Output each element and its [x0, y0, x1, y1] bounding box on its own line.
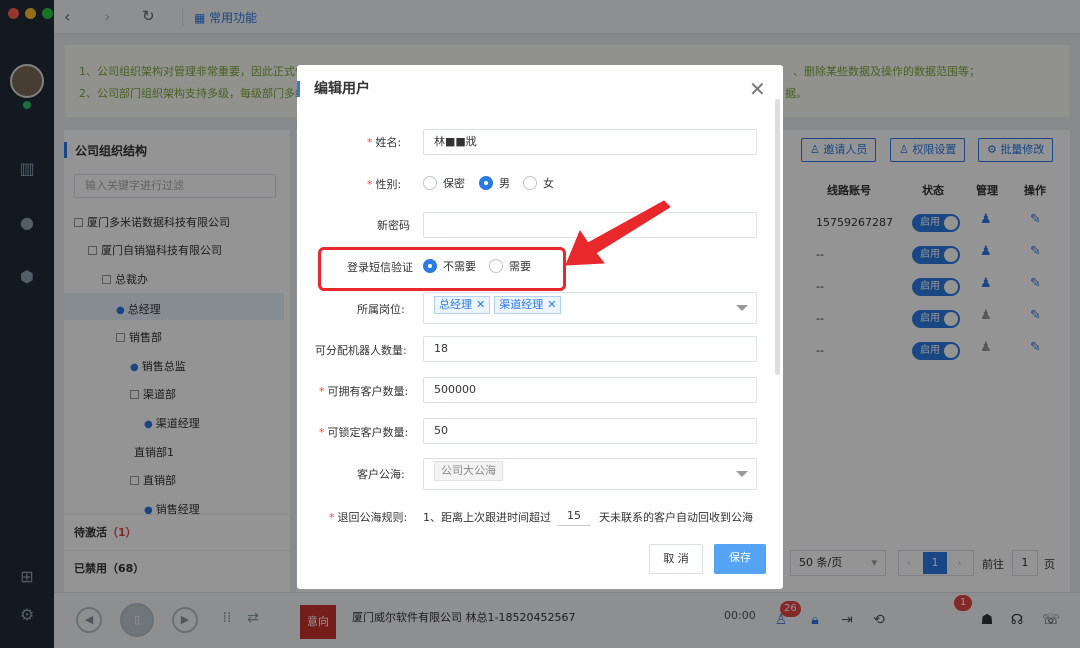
pool-label: 客户公海:: [357, 468, 405, 481]
name-field[interactable]: 林■■戕: [423, 129, 757, 155]
close-icon[interactable]: ✕: [749, 77, 766, 101]
gender-radio-female[interactable]: 女: [523, 175, 554, 191]
robots-field[interactable]: 18: [423, 336, 757, 362]
annotation-highlight-box: [318, 247, 566, 291]
annotation-arrow: [565, 200, 671, 266]
dialog-scrollbar[interactable]: [775, 99, 780, 375]
save-button[interactable]: 保存: [714, 544, 766, 574]
rule-prefix: 1、距离上次跟进时间超过: [423, 511, 551, 524]
position-tag: 总经理 ✕: [434, 296, 491, 314]
rule-suffix: 天未联系的客户自动回收到公海: [599, 511, 753, 524]
pool-select[interactable]: 公司大公海: [423, 458, 757, 490]
position-select[interactable]: 总经理 ✕ 渠道经理 ✕: [423, 292, 757, 324]
gender-label: * 性别:: [367, 178, 402, 191]
rule-label: * 退回公海规则:: [329, 511, 408, 524]
gender-radio-secret[interactable]: 保密: [423, 175, 465, 191]
remove-tag-icon[interactable]: ✕: [547, 298, 556, 311]
chevron-down-icon: [736, 305, 748, 311]
pool-tag: 公司大公海: [434, 461, 503, 481]
locked-field[interactable]: 50: [423, 418, 757, 444]
position-label: 所属岗位:: [357, 303, 405, 316]
customers-field[interactable]: 500000: [423, 377, 757, 403]
robots-label: 可分配机器人数量:: [315, 344, 407, 357]
gender-radio-male[interactable]: 男: [479, 175, 510, 191]
password-label: 新密码: [377, 219, 410, 232]
rule-days-input[interactable]: 15: [557, 506, 591, 526]
cancel-button[interactable]: 取 消: [649, 544, 703, 574]
dialog-title: 编辑用户: [297, 81, 370, 97]
name-label: * 姓名:: [367, 136, 402, 149]
edit-user-dialog: 编辑用户 ✕ * 姓名: 林■■戕 * 性别: 保密 男 女 新密码 登录短信验证 …: [297, 65, 783, 589]
customers-label: * 可拥有客户数量:: [319, 385, 409, 398]
remove-tag-icon[interactable]: ✕: [476, 298, 485, 311]
position-tag: 渠道经理 ✕: [494, 296, 562, 314]
locked-label: * 可锁定客户数量:: [319, 426, 409, 439]
chevron-down-icon: [736, 471, 748, 477]
